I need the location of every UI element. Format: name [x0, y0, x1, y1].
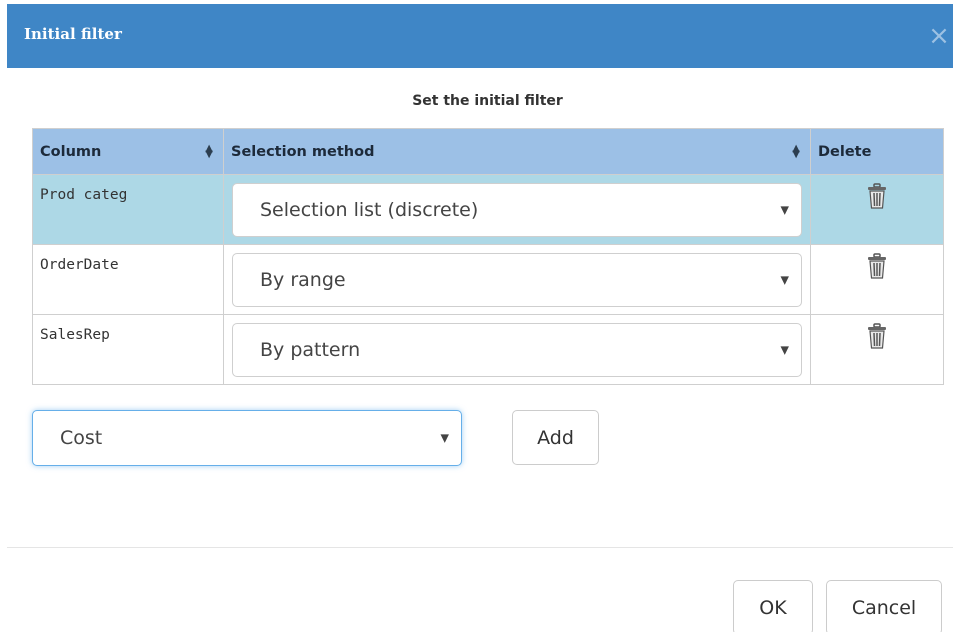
- add-button[interactable]: Add: [512, 410, 599, 465]
- selection-method-value: By pattern: [260, 339, 361, 361]
- cancel-button[interactable]: Cancel: [826, 580, 942, 632]
- column-header-method[interactable]: Selection method ▲ ▼: [223, 128, 811, 175]
- column-header-label: Column: [40, 143, 102, 160]
- trash-icon[interactable]: [867, 183, 887, 209]
- column-header-delete: Delete: [810, 128, 944, 175]
- chevron-down-icon: ▼: [780, 343, 789, 357]
- table-row[interactable]: OrderDate By range ▼: [32, 244, 944, 315]
- add-column-value: Cost: [60, 427, 103, 449]
- chevron-down-icon: ▼: [780, 273, 789, 287]
- close-icon[interactable]: ×: [927, 23, 951, 49]
- row-column-name: Prod categ: [32, 174, 224, 245]
- trash-icon[interactable]: [867, 253, 887, 279]
- table-row[interactable]: SalesRep By pattern ▼: [32, 314, 944, 385]
- dialog-title: Initial filter: [24, 25, 122, 43]
- selection-method-value: By range: [260, 269, 346, 291]
- method-header-label: Selection method: [231, 143, 375, 160]
- add-column-select[interactable]: Cost ▼: [32, 410, 462, 466]
- table-row[interactable]: Prod categ Selection list (discrete) ▼: [32, 174, 944, 245]
- trash-icon[interactable]: [867, 323, 887, 349]
- selection-method-select[interactable]: Selection list (discrete) ▼: [232, 183, 802, 237]
- table-header-row: Column ▲ ▼ Selection method ▲ ▼ Delete: [32, 128, 944, 175]
- chevron-down-icon: ▼: [440, 431, 449, 445]
- column-header-column[interactable]: Column ▲ ▼: [32, 128, 224, 175]
- selection-method-select[interactable]: By range ▼: [232, 253, 802, 307]
- delete-header-label: Delete: [818, 143, 872, 160]
- sort-up-down-icon[interactable]: ▲ ▼: [792, 143, 800, 159]
- ok-button[interactable]: OK: [733, 580, 813, 632]
- dialog-subtitle: Set the initial filter: [412, 93, 563, 109]
- selection-method-select[interactable]: By pattern ▼: [232, 323, 802, 377]
- row-column-name: SalesRep: [32, 314, 224, 385]
- sort-up-down-icon[interactable]: ▲ ▼: [205, 143, 213, 159]
- filter-table: Column ▲ ▼ Selection method ▲ ▼ Delete Pro…: [32, 128, 944, 385]
- chevron-down-icon: ▼: [780, 203, 789, 217]
- footer-divider: [7, 547, 953, 548]
- dialog-titlebar: Initial filter ×: [7, 4, 953, 68]
- row-column-name: OrderDate: [32, 244, 224, 315]
- selection-method-value: Selection list (discrete): [260, 199, 479, 221]
